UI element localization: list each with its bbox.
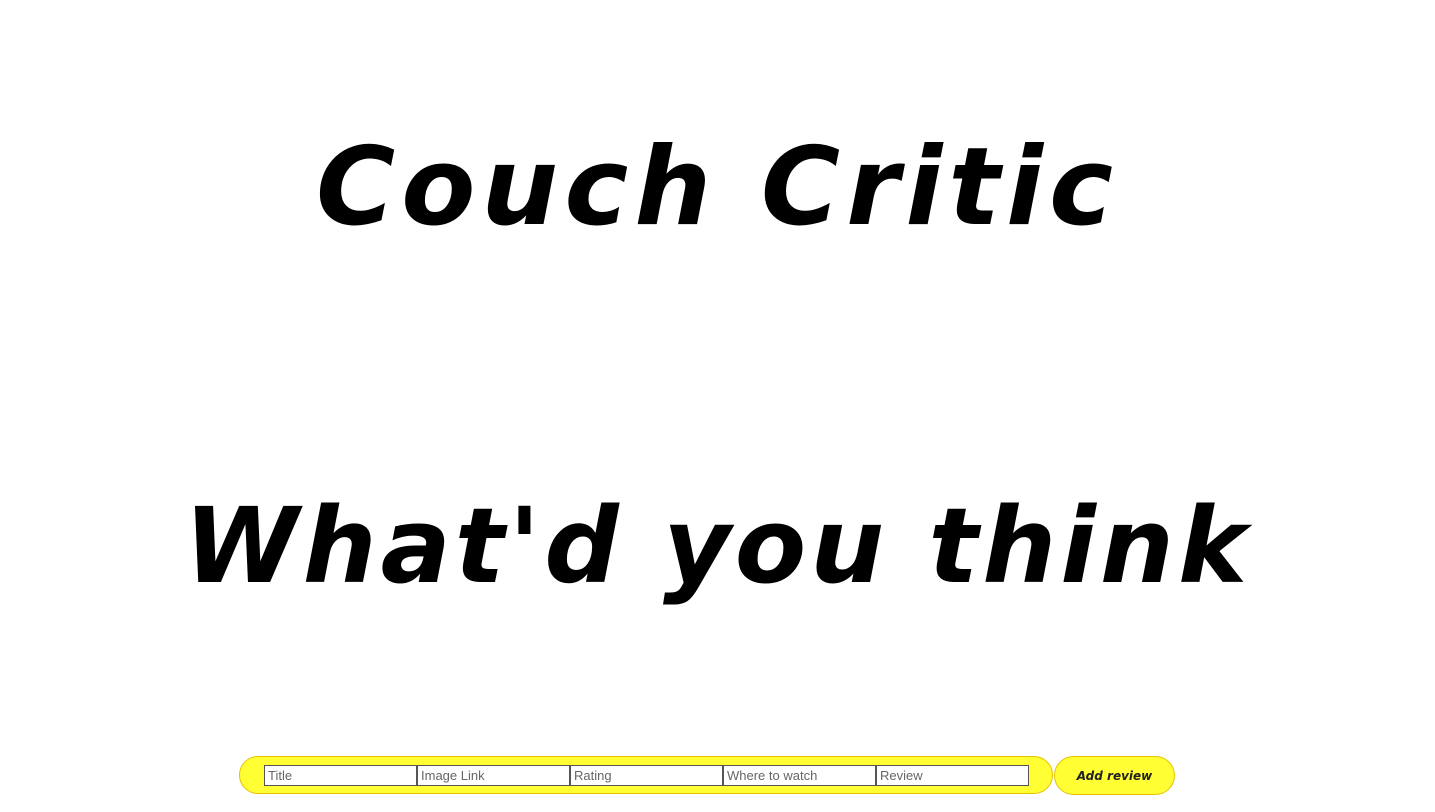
prompt-heading: What'd you think xyxy=(183,485,1252,607)
review-input[interactable] xyxy=(876,765,1029,786)
where-to-watch-input[interactable] xyxy=(723,765,876,786)
add-review-button[interactable]: Add review xyxy=(1054,756,1175,795)
page-title: Couch Critic xyxy=(315,125,1120,250)
review-form xyxy=(239,756,1053,794)
rating-input[interactable] xyxy=(570,765,723,786)
image-link-input[interactable] xyxy=(417,765,570,786)
title-input[interactable] xyxy=(264,765,417,786)
